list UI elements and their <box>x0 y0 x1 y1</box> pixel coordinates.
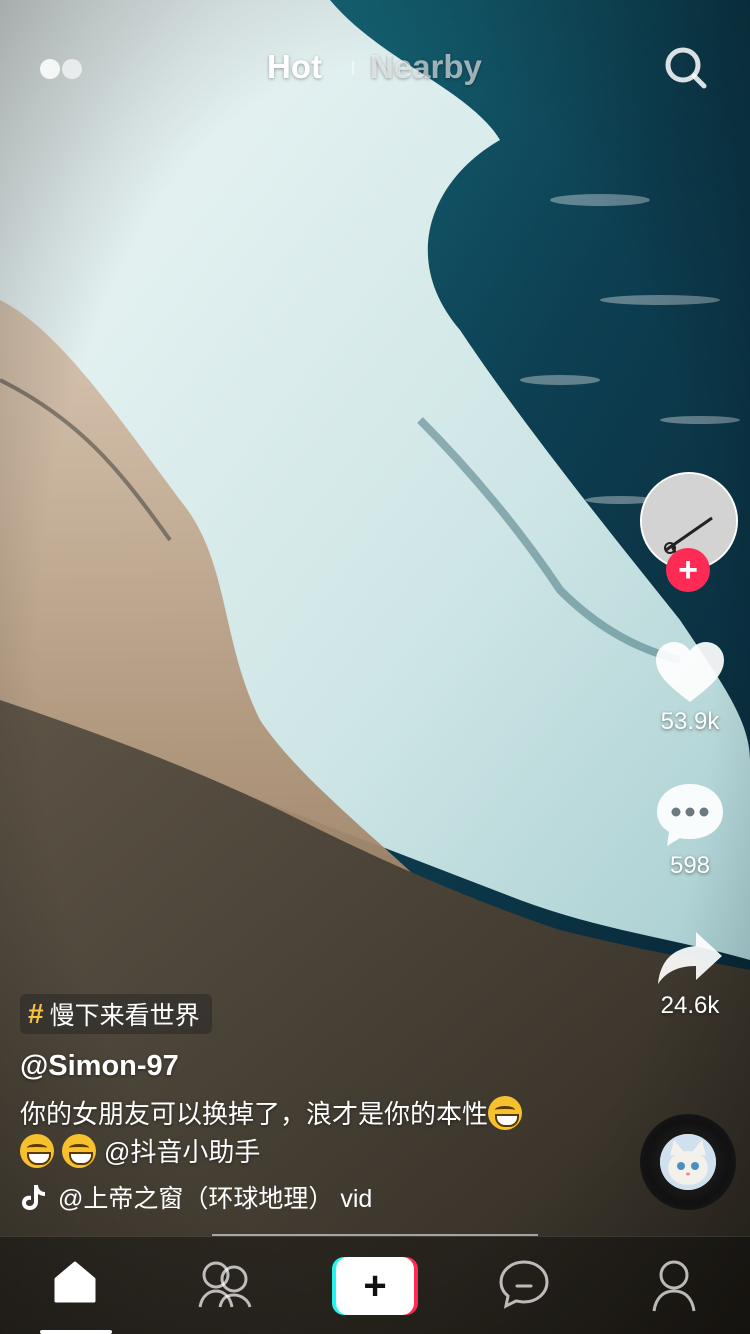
caption-text: 你的女朋友可以换掉了，浪才是你的本性 <box>20 1099 489 1129</box>
author-username[interactable]: @Simon-97 <box>20 1050 580 1083</box>
topic-label: 慢下来看世界 <box>49 1002 200 1030</box>
tab-divider <box>352 61 354 75</box>
caption-mention[interactable]: @抖音小助手 <box>104 1137 260 1167</box>
plus-icon: + <box>336 1257 414 1315</box>
inbox-icon <box>499 1260 549 1309</box>
nav-friends[interactable] <box>196 1259 254 1316</box>
live-dots-icon[interactable] <box>40 56 88 82</box>
like-count: 53.9k <box>660 708 720 735</box>
hashtag-icon: # <box>28 998 44 1029</box>
nav-home[interactable] <box>52 1259 98 1310</box>
tab-nearby[interactable]: Nearby <box>370 48 482 86</box>
tiktok-note-icon <box>22 1185 45 1210</box>
home-indicator <box>40 1330 112 1334</box>
share-button[interactable]: 24.6k <box>640 928 740 1020</box>
share-arrow-icon <box>658 932 722 984</box>
create-button[interactable]: + <box>332 1257 418 1315</box>
nav-profile[interactable] <box>650 1259 698 1318</box>
topic-tag[interactable]: # 慢下来看世界 <box>20 994 212 1034</box>
bottom-nav: + <box>0 1236 750 1334</box>
nav-inbox[interactable] <box>498 1259 550 1314</box>
comment-icon <box>657 784 723 846</box>
video-info: # 慢下来看世界 @Simon-97 你的女朋友可以换掉了，浪才是你的本性 @抖音… <box>20 994 580 1215</box>
like-button[interactable]: 53.9k <box>640 640 740 736</box>
follow-button[interactable]: + <box>666 548 710 592</box>
music-info[interactable]: @上帝之窗（环球地理） vid <box>20 1179 580 1215</box>
heart-icon <box>656 642 724 702</box>
share-count: 24.6k <box>660 992 720 1019</box>
music-disc[interactable] <box>640 1114 736 1210</box>
video-caption: 你的女朋友可以换掉了，浪才是你的本性 @抖音小助手 <box>20 1095 550 1171</box>
cat-avatar-icon <box>660 1134 716 1190</box>
profile-icon <box>652 1260 696 1312</box>
home-icon <box>54 1261 96 1303</box>
comment-count: 598 <box>669 852 711 879</box>
grinning-emoji-icon <box>20 1134 54 1168</box>
tab-hot[interactable]: Hot <box>267 48 322 86</box>
grinning-emoji-icon <box>488 1096 523 1130</box>
top-bar: Hot Nearby <box>0 0 750 130</box>
grinning-emoji-icon <box>62 1134 96 1168</box>
author-avatar-wrap: + <box>640 472 740 592</box>
friends-icon <box>198 1261 252 1308</box>
comment-button[interactable]: 598 <box>640 782 740 880</box>
music-title: @上帝之窗（环球地理） vid <box>58 1185 373 1213</box>
